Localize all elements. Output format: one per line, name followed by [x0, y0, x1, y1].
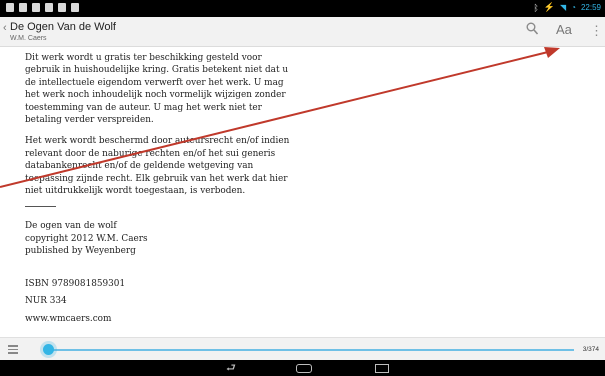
nur-line: NUR 334	[25, 296, 67, 307]
up-navigation-icon[interactable]: ‹	[3, 22, 7, 34]
table-of-contents-icon[interactable]	[8, 343, 18, 356]
notification-icons	[6, 3, 79, 12]
book-author: W.M. Caers	[10, 35, 47, 42]
notification-icon	[71, 3, 79, 12]
home-icon[interactable]	[296, 364, 312, 373]
overflow-menu-icon[interactable]: ⋮	[590, 23, 603, 39]
back-icon[interactable]: ⮐	[226, 362, 236, 374]
page-content: Dit werk wordt u gratis ter beschikking …	[25, 52, 293, 325]
bluetooth-icon: ᛒ	[533, 2, 539, 13]
copyright-paragraph: Het werk wordt beschermd door auteursrec…	[25, 136, 290, 197]
page-slider-thumb[interactable]	[43, 344, 54, 355]
notification-icon	[45, 3, 53, 12]
reader-bottom-bar: 3/374	[0, 337, 605, 361]
font-settings-button[interactable]: Aa	[556, 22, 572, 37]
battery-icon: ◔	[571, 3, 576, 12]
copyright-line: copyright 2012 W.M. Caers	[25, 233, 148, 244]
notification-icon	[6, 3, 14, 12]
notification-icon	[32, 3, 40, 12]
page-counter: 3/374	[582, 346, 599, 353]
license-paragraph: Dit werk wordt u gratis ter beschikking …	[25, 53, 289, 126]
publisher-line: published by Weyenberg	[25, 246, 136, 257]
book-title-line: De ogen van de wolf	[25, 221, 117, 232]
status-bar: ᛒ ⚡ ◥ ◔ 22:59	[0, 0, 605, 17]
page-slider-track[interactable]	[48, 349, 574, 351]
notification-icon	[19, 3, 27, 12]
recent-apps-icon[interactable]	[375, 364, 389, 373]
book-title[interactable]: De Ogen Van de Wolf	[10, 21, 116, 33]
system-status: ᛒ ⚡ ◥ ◔ 22:59	[533, 2, 601, 13]
wifi-icon: ◥	[559, 3, 567, 12]
divider	[25, 206, 56, 208]
clock: 22:59	[580, 3, 601, 12]
search-icon[interactable]	[526, 22, 538, 36]
navigation-bar: ⮐	[0, 360, 605, 376]
notification-icon	[58, 3, 66, 12]
isbn-line: ISBN 9789081859301	[25, 278, 126, 289]
action-bar: ‹ De Ogen Van de Wolf W.M. Caers Aa ⋮	[0, 17, 605, 47]
website-line: www.wmcaers.com	[25, 313, 112, 324]
signal-icon: ⚡	[543, 2, 555, 12]
